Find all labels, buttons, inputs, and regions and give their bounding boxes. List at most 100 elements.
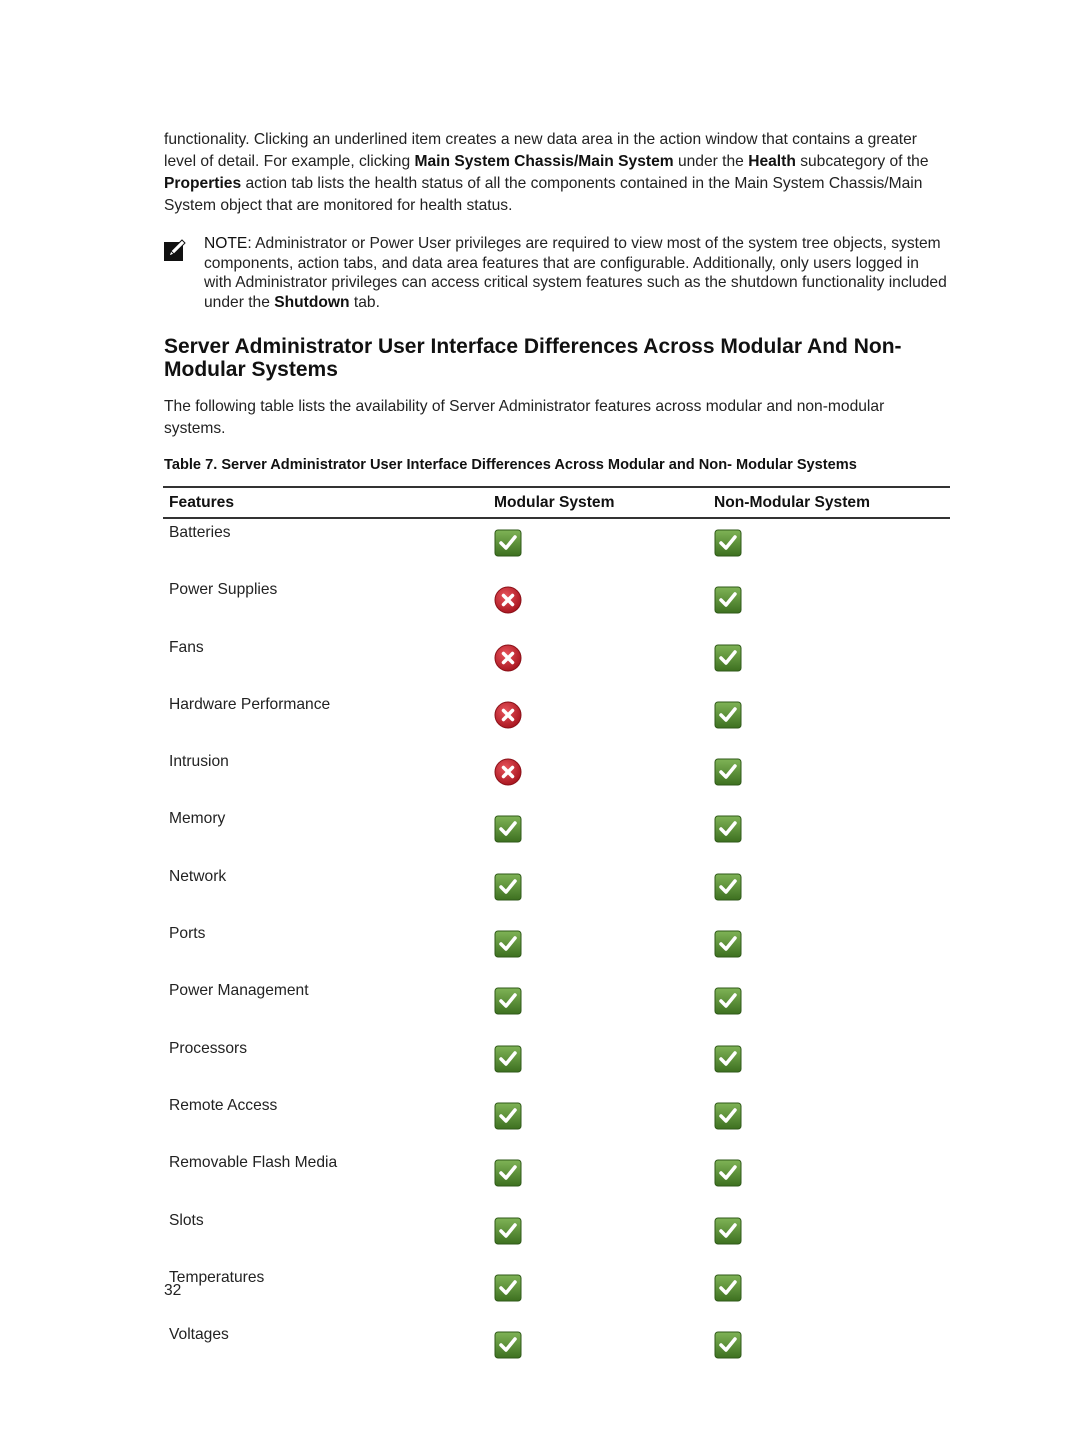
check-icon: [494, 1102, 522, 1130]
lead-paragraph: The following table lists the availabili…: [164, 398, 885, 437]
cross-icon: [494, 758, 522, 786]
header-modular: Modular System: [488, 486, 708, 519]
check-icon: [494, 873, 522, 901]
modular-status: [488, 977, 708, 1034]
feature-name: Voltages: [169, 1326, 229, 1344]
modular-status: [488, 634, 708, 691]
table-row: Temperatures: [163, 1264, 950, 1321]
check-icon: [714, 1045, 742, 1073]
nonmodular-status: [708, 634, 950, 691]
check-icon: [714, 1217, 742, 1245]
nonmodular-status: [708, 977, 950, 1034]
nonmodular-status: [708, 1264, 950, 1321]
modular-status: [488, 1092, 708, 1149]
feature-name: Power Supplies: [169, 581, 278, 599]
table-row: Hardware Performance: [163, 691, 950, 748]
note-pencil-icon: [164, 239, 186, 261]
check-icon: [714, 815, 742, 843]
feature-name: Batteries: [169, 524, 231, 541]
nonmodular-status: [708, 691, 950, 748]
modular-status: [488, 1149, 708, 1206]
nonmodular-status: [708, 518, 950, 576]
nonmodular-status: [708, 1035, 950, 1092]
modular-status: [488, 920, 708, 977]
feature-name: Fans: [169, 638, 204, 656]
table-caption: Table 7. Server Administrator User Inter…: [164, 457, 857, 473]
intro-paragraph: functionality. Clicking an underlined it…: [164, 131, 929, 214]
cross-icon: [494, 701, 522, 729]
check-icon: [714, 758, 742, 786]
table-row: Removable Flash Media: [163, 1149, 950, 1206]
page-number: 32: [164, 1282, 182, 1299]
modular-status: [488, 1321, 708, 1378]
cross-icon: [494, 644, 522, 672]
check-icon: [714, 1159, 742, 1187]
check-icon: [494, 1045, 522, 1073]
check-icon: [494, 529, 522, 557]
nonmodular-status: [708, 1207, 950, 1264]
feature-name: Ports: [169, 925, 206, 943]
check-icon: [494, 815, 522, 843]
table-row: Network: [163, 863, 950, 920]
modular-status: [488, 1264, 708, 1321]
check-icon: [714, 586, 742, 614]
check-icon: [714, 1102, 742, 1130]
feature-name: Processors: [169, 1039, 247, 1057]
check-icon: [494, 1331, 522, 1359]
table-row: Power Management: [163, 977, 950, 1034]
check-icon: [714, 987, 742, 1015]
modular-status: [488, 748, 708, 805]
table-row: Fans: [163, 634, 950, 691]
note-text: NOTE: Administrator or Power User privil…: [204, 235, 947, 311]
nonmodular-status: [708, 1321, 950, 1378]
check-icon: [714, 930, 742, 958]
check-icon: [714, 1331, 742, 1359]
modular-status: [488, 576, 708, 633]
table-row: Batteries: [163, 518, 950, 576]
modular-status: [488, 805, 708, 862]
feature-name: Remote Access: [169, 1096, 278, 1114]
feature-name: Temperatures: [169, 1268, 265, 1286]
feature-name: Memory: [169, 810, 226, 828]
feature-name: Slots: [169, 1211, 204, 1229]
nonmodular-status: [708, 1092, 950, 1149]
check-icon: [714, 1274, 742, 1302]
modular-status: [488, 1035, 708, 1092]
header-features: Features: [163, 486, 488, 519]
modular-status: [488, 1207, 708, 1264]
table-row: Processors: [163, 1035, 950, 1092]
modular-status: [488, 518, 708, 576]
section-heading: Server Administrator User Interface Diff…: [164, 335, 902, 381]
nonmodular-status: [708, 920, 950, 977]
cross-icon: [494, 586, 522, 614]
feature-name: Intrusion: [169, 753, 229, 771]
check-icon: [494, 987, 522, 1015]
nonmodular-status: [708, 805, 950, 862]
check-icon: [714, 701, 742, 729]
feature-name: Removable Flash Media: [169, 1154, 338, 1172]
nonmodular-status: [708, 1149, 950, 1206]
table-row: Slots: [163, 1207, 950, 1264]
table-row: Intrusion: [163, 748, 950, 805]
modular-status: [488, 863, 708, 920]
table-row: Voltages: [163, 1321, 950, 1378]
feature-name: Network: [169, 867, 227, 885]
modular-status: [488, 691, 708, 748]
feature-name: Power Management: [169, 982, 309, 1000]
table-row: Ports: [163, 920, 950, 977]
nonmodular-status: [708, 748, 950, 805]
check-icon: [714, 873, 742, 901]
check-icon: [714, 529, 742, 557]
feature-name: Hardware Performance: [169, 695, 331, 713]
features-table: Features Modular System Non-Modular Syst…: [163, 486, 950, 1378]
nonmodular-status: [708, 863, 950, 920]
check-icon: [494, 1159, 522, 1187]
nonmodular-status: [708, 576, 950, 633]
header-nonmodular: Non-Modular System: [708, 486, 950, 519]
check-icon: [494, 930, 522, 958]
table-row: Memory: [163, 805, 950, 862]
check-icon: [494, 1217, 522, 1245]
table-row: Remote Access: [163, 1092, 950, 1149]
check-icon: [494, 1274, 522, 1302]
table-row: Power Supplies: [163, 576, 950, 633]
